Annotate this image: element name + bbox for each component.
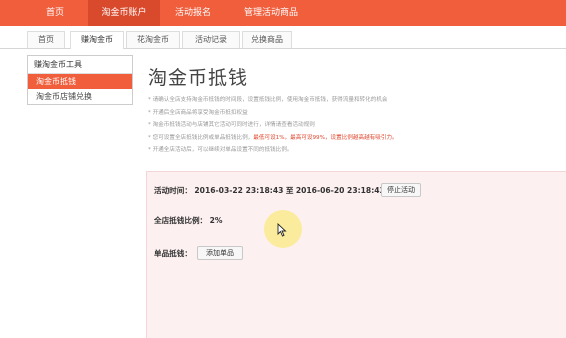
activity-time-label: 活动时间：	[154, 186, 192, 195]
single-item-row: 单品抵钱：	[154, 248, 192, 259]
add-item-button[interactable]: 添加单品	[197, 246, 243, 260]
nav-activity-signup[interactable]: 活动报名	[165, 0, 221, 26]
store-ratio-label: 全店抵钱比例：	[154, 216, 208, 225]
stop-activity-button[interactable]: 停止活动	[381, 183, 421, 197]
activity-end-time: 2016-06-20 23:18:43	[295, 186, 385, 195]
single-item-label: 单品抵钱：	[154, 249, 192, 258]
top-nav: 首页 淘金币账户 活动报名 管理活动商品	[0, 0, 566, 26]
nav-home[interactable]: 首页	[30, 0, 80, 26]
tab-redeem-products[interactable]: 兑换商品	[242, 31, 292, 48]
tip-item: * 开通后全店商品将享受淘金币抵扣权益	[148, 109, 248, 116]
nav-coin-account[interactable]: 淘金币账户	[88, 0, 160, 26]
tips-list: * 请确认全店支持淘金币抵钱的时间段，设置抵钱比例，使用淘金币抵钱，获得流量和转…	[148, 94, 563, 157]
tab-home[interactable]: 首页	[27, 31, 65, 48]
store-ratio-row: 全店抵钱比例： 2%	[154, 215, 222, 226]
tab-earn-coins[interactable]: 赚淘金币	[70, 31, 124, 49]
activity-panel: 活动时间： 2016-03-22 23:18:43 至 2016-06-20 2…	[146, 171, 566, 338]
sidebar-title: 赚淘金币工具	[28, 56, 132, 74]
mouse-pointer-icon	[277, 223, 287, 237]
page-title: 淘金币抵钱	[148, 67, 249, 89]
tip-item: * 淘金币抵钱活动与店铺其它活动可同时进行，详情请查看活动规则	[148, 122, 315, 129]
tab-spend-coins[interactable]: 花淘金币	[126, 31, 180, 48]
tip-item: * 您可设置全店抵钱比例或单品抵钱比例，最低可设1%，最高可设99%，设置比例越…	[148, 134, 398, 141]
tip-item: * 请确认全店支持淘金币抵钱的时间段，设置抵钱比例，使用淘金币抵钱，获得流量和转…	[148, 97, 388, 103]
activity-start-time: 2016-03-22 23:18:43	[194, 186, 284, 195]
activity-time-row: 活动时间： 2016-03-22 23:18:43 至 2016-06-20 2…	[154, 185, 385, 196]
tip-item: * 开通全店活动后，可以继续对单品设置不同的抵钱比例。	[148, 147, 293, 154]
nav-manage-activity-products[interactable]: 管理活动商品	[236, 0, 306, 26]
activity-time-separator: 至	[285, 186, 294, 195]
sidebar-item-store-exchange[interactable]: 淘金币店铺兑换	[28, 89, 132, 104]
sidebar: 赚淘金币工具 淘金币抵钱 淘金币店铺兑换	[27, 55, 133, 105]
sidebar-item-coin-discount[interactable]: 淘金币抵钱	[28, 74, 132, 89]
sub-tabs: 首页 赚淘金币 花淘金币 活动记录 兑换商品	[0, 28, 566, 49]
store-ratio-value: 2%	[209, 216, 223, 225]
tab-activity-records[interactable]: 活动记录	[182, 31, 240, 48]
